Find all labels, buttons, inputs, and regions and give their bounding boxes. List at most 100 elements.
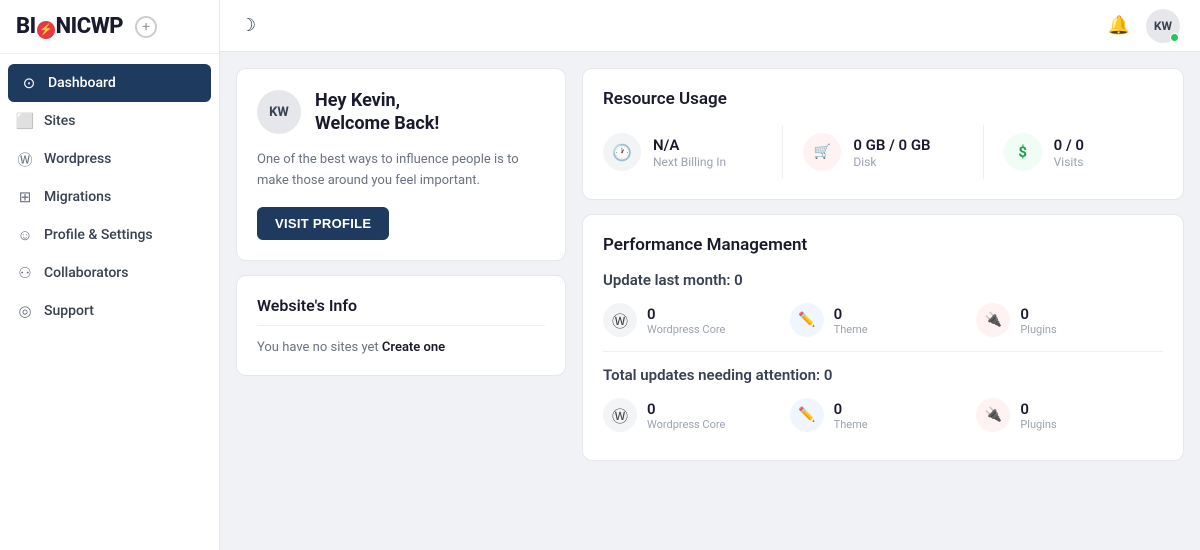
plugins-label: Plugins bbox=[1020, 323, 1056, 336]
plugins-count: 0 bbox=[1020, 305, 1056, 323]
wordpress-icon: Ⓦ bbox=[612, 308, 628, 332]
billing-info: N/A Next Billing In bbox=[653, 136, 726, 169]
disk-icon-circle: 🛒 bbox=[803, 133, 841, 171]
perf-divider bbox=[603, 351, 1163, 352]
logo-text: BI⚡NICWP bbox=[16, 14, 123, 39]
cart-icon: 🛒 bbox=[814, 144, 831, 160]
website-info-card: Website's Info You have no sites yet Cre… bbox=[236, 275, 566, 376]
theme-label: Theme bbox=[834, 323, 868, 336]
clock-icon: 🕐 bbox=[612, 143, 632, 162]
theme-count: 0 bbox=[834, 305, 868, 323]
paintbrush-icon: ✏️ bbox=[798, 312, 815, 328]
att-wp-core-label: Wordpress Core bbox=[647, 418, 725, 431]
sidebar-item-wordpress[interactable]: ⓌWordpress bbox=[0, 140, 219, 178]
support-nav-icon: ◎ bbox=[16, 302, 34, 320]
visits-icon-circle: $ bbox=[1004, 133, 1042, 171]
theme-icon-circle: ✏️ bbox=[790, 303, 824, 337]
create-site-link[interactable]: Create one bbox=[382, 340, 445, 355]
att-theme-icon-circle: ✏️ bbox=[790, 398, 824, 432]
resource-grid: 🕐 N/A Next Billing In 🛒 0 GB / 0 GB bbox=[603, 125, 1163, 179]
attention-title: Total updates needing attention: 0 bbox=[603, 366, 1163, 384]
last-month-theme: ✏️ 0 Theme bbox=[790, 303, 977, 337]
att-plugins-label: Plugins bbox=[1020, 418, 1056, 431]
sidebar-item-support[interactable]: ◎Support bbox=[0, 292, 219, 330]
billing-value: N/A bbox=[653, 136, 726, 154]
welcome-greeting: Hey Kevin, Welcome Back! bbox=[315, 89, 439, 136]
last-month-plugins: 🔌 0 Plugins bbox=[976, 303, 1163, 337]
performance-management-card: Performance Management Update last month… bbox=[582, 214, 1184, 461]
welcome-avatar: KW bbox=[257, 90, 301, 134]
sidebar-item-sites[interactable]: ⬜ Sites bbox=[0, 102, 219, 140]
sidebar-item-dashboard[interactable]: ⊙ Dashboard bbox=[8, 64, 211, 102]
disk-info: 0 GB / 0 GB Disk bbox=[853, 136, 930, 169]
wp-core-info: 0 Wordpress Core bbox=[647, 305, 725, 336]
billing-icon-circle: 🕐 bbox=[603, 133, 641, 171]
visits-info: 0 / 0 Visits bbox=[1054, 136, 1084, 169]
no-sites-message: You have no sites yet Create one bbox=[257, 340, 545, 355]
last-month-row: Ⓦ 0 Wordpress Core ✏️ 0 Theme bbox=[603, 303, 1163, 337]
resource-visits: $ 0 / 0 Visits bbox=[1004, 125, 1163, 179]
att-theme-count: 0 bbox=[834, 400, 868, 418]
sites-nav-label: Sites bbox=[44, 113, 75, 129]
dark-mode-icon[interactable]: ☽ bbox=[240, 15, 256, 36]
disk-value: 0 GB / 0 GB bbox=[853, 136, 930, 154]
right-column: Resource Usage 🕐 N/A Next Billing In bbox=[582, 68, 1184, 534]
visits-label: Visits bbox=[1054, 155, 1084, 169]
att-plugins-info: 0 Plugins bbox=[1020, 400, 1056, 431]
resource-billing: 🕐 N/A Next Billing In bbox=[603, 125, 783, 179]
nav-menu: ⊙ Dashboard ⬜ Sites ⓌWordpress⊞Migrations ☺ Pr… bbox=[0, 54, 219, 550]
sidebar-item-profile-settings[interactable]: ☺ Profile & Settings bbox=[0, 216, 219, 254]
topbar-right: 🔔 KW bbox=[1108, 9, 1180, 43]
disk-label: Disk bbox=[853, 155, 930, 169]
content-area: KW Hey Kevin, Welcome Back! One of the b… bbox=[220, 52, 1200, 550]
plugin-icon: 🔌 bbox=[985, 312, 1002, 328]
performance-title: Performance Management bbox=[603, 235, 1163, 255]
attention-wp-core: Ⓦ 0 Wordpress Core bbox=[603, 398, 790, 432]
user-avatar[interactable]: KW bbox=[1146, 9, 1180, 43]
wp-core-icon-circle: Ⓦ bbox=[603, 303, 637, 337]
att-plugin-icon-circle: 🔌 bbox=[976, 398, 1010, 432]
logo-area: BI⚡NICWP + bbox=[0, 0, 219, 54]
attention-theme: ✏️ 0 Theme bbox=[790, 398, 977, 432]
sites-nav-icon: ⬜ bbox=[16, 112, 34, 130]
visits-value: 0 / 0 bbox=[1054, 136, 1084, 154]
resource-usage-title: Resource Usage bbox=[603, 89, 1163, 109]
add-logo-button[interactable]: + bbox=[135, 16, 157, 38]
collaborators-nav-icon: ⚇ bbox=[16, 264, 34, 282]
logo-bolt-icon: ⚡ bbox=[37, 21, 55, 39]
resource-usage-card: Resource Usage 🕐 N/A Next Billing In bbox=[582, 68, 1184, 200]
theme-info: 0 Theme bbox=[834, 305, 868, 336]
att-wp-core-count: 0 bbox=[647, 400, 725, 418]
dashboard-nav-label: Dashboard bbox=[48, 75, 116, 91]
plugin-icon-circle: 🔌 bbox=[976, 303, 1010, 337]
plugins-info: 0 Plugins bbox=[1020, 305, 1056, 336]
att-theme-label: Theme bbox=[834, 418, 868, 431]
sidebar-item-migrations[interactable]: ⊞Migrations bbox=[0, 178, 219, 216]
topbar: ☽ 🔔 KW bbox=[220, 0, 1200, 52]
avatar-initials: KW bbox=[1154, 19, 1172, 33]
main-area: ☽ 🔔 KW KW Hey Kevin, bbox=[220, 0, 1200, 550]
att-wp-core-icon-circle: Ⓦ bbox=[603, 398, 637, 432]
dashboard-nav-icon: ⊙ bbox=[20, 74, 38, 92]
att-plugins-count: 0 bbox=[1020, 400, 1056, 418]
attention-plugins: 🔌 0 Plugins bbox=[976, 398, 1163, 432]
profile-settings-nav-icon: ☺ bbox=[16, 226, 34, 244]
welcome-title-block: Hey Kevin, Welcome Back! bbox=[315, 89, 439, 136]
dollar-icon: $ bbox=[1018, 143, 1027, 161]
notifications-bell-icon[interactable]: 🔔 bbox=[1108, 15, 1130, 36]
sidebar-item-collaborators[interactable]: ⚇ Collaborators bbox=[0, 254, 219, 292]
visit-profile-button[interactable]: VISIT PROFILE bbox=[257, 207, 389, 240]
att-paintbrush-icon: ✏️ bbox=[798, 407, 815, 423]
att-theme-info: 0 Theme bbox=[834, 400, 868, 431]
profile-settings-nav-label: Profile & Settings bbox=[44, 227, 153, 243]
last-month-wp-core: Ⓦ 0 Wordpress Core bbox=[603, 303, 790, 337]
online-status-dot bbox=[1170, 33, 1179, 42]
collaborators-nav-label: Collaborators bbox=[44, 265, 128, 281]
sidebar: BI⚡NICWP + ⊙ Dashboard ⬜ Sites ⓌWordpress⊞Mi… bbox=[0, 0, 220, 550]
welcome-quote: One of the best ways to influence people… bbox=[257, 150, 545, 192]
resource-disk: 🛒 0 GB / 0 GB Disk bbox=[803, 125, 983, 179]
left-column: KW Hey Kevin, Welcome Back! One of the b… bbox=[236, 68, 566, 534]
migrations-nav-label: Migrations bbox=[44, 189, 111, 205]
attention-row: Ⓦ 0 Wordpress Core ✏️ 0 Theme bbox=[603, 398, 1163, 432]
topbar-left: ☽ bbox=[240, 15, 256, 36]
